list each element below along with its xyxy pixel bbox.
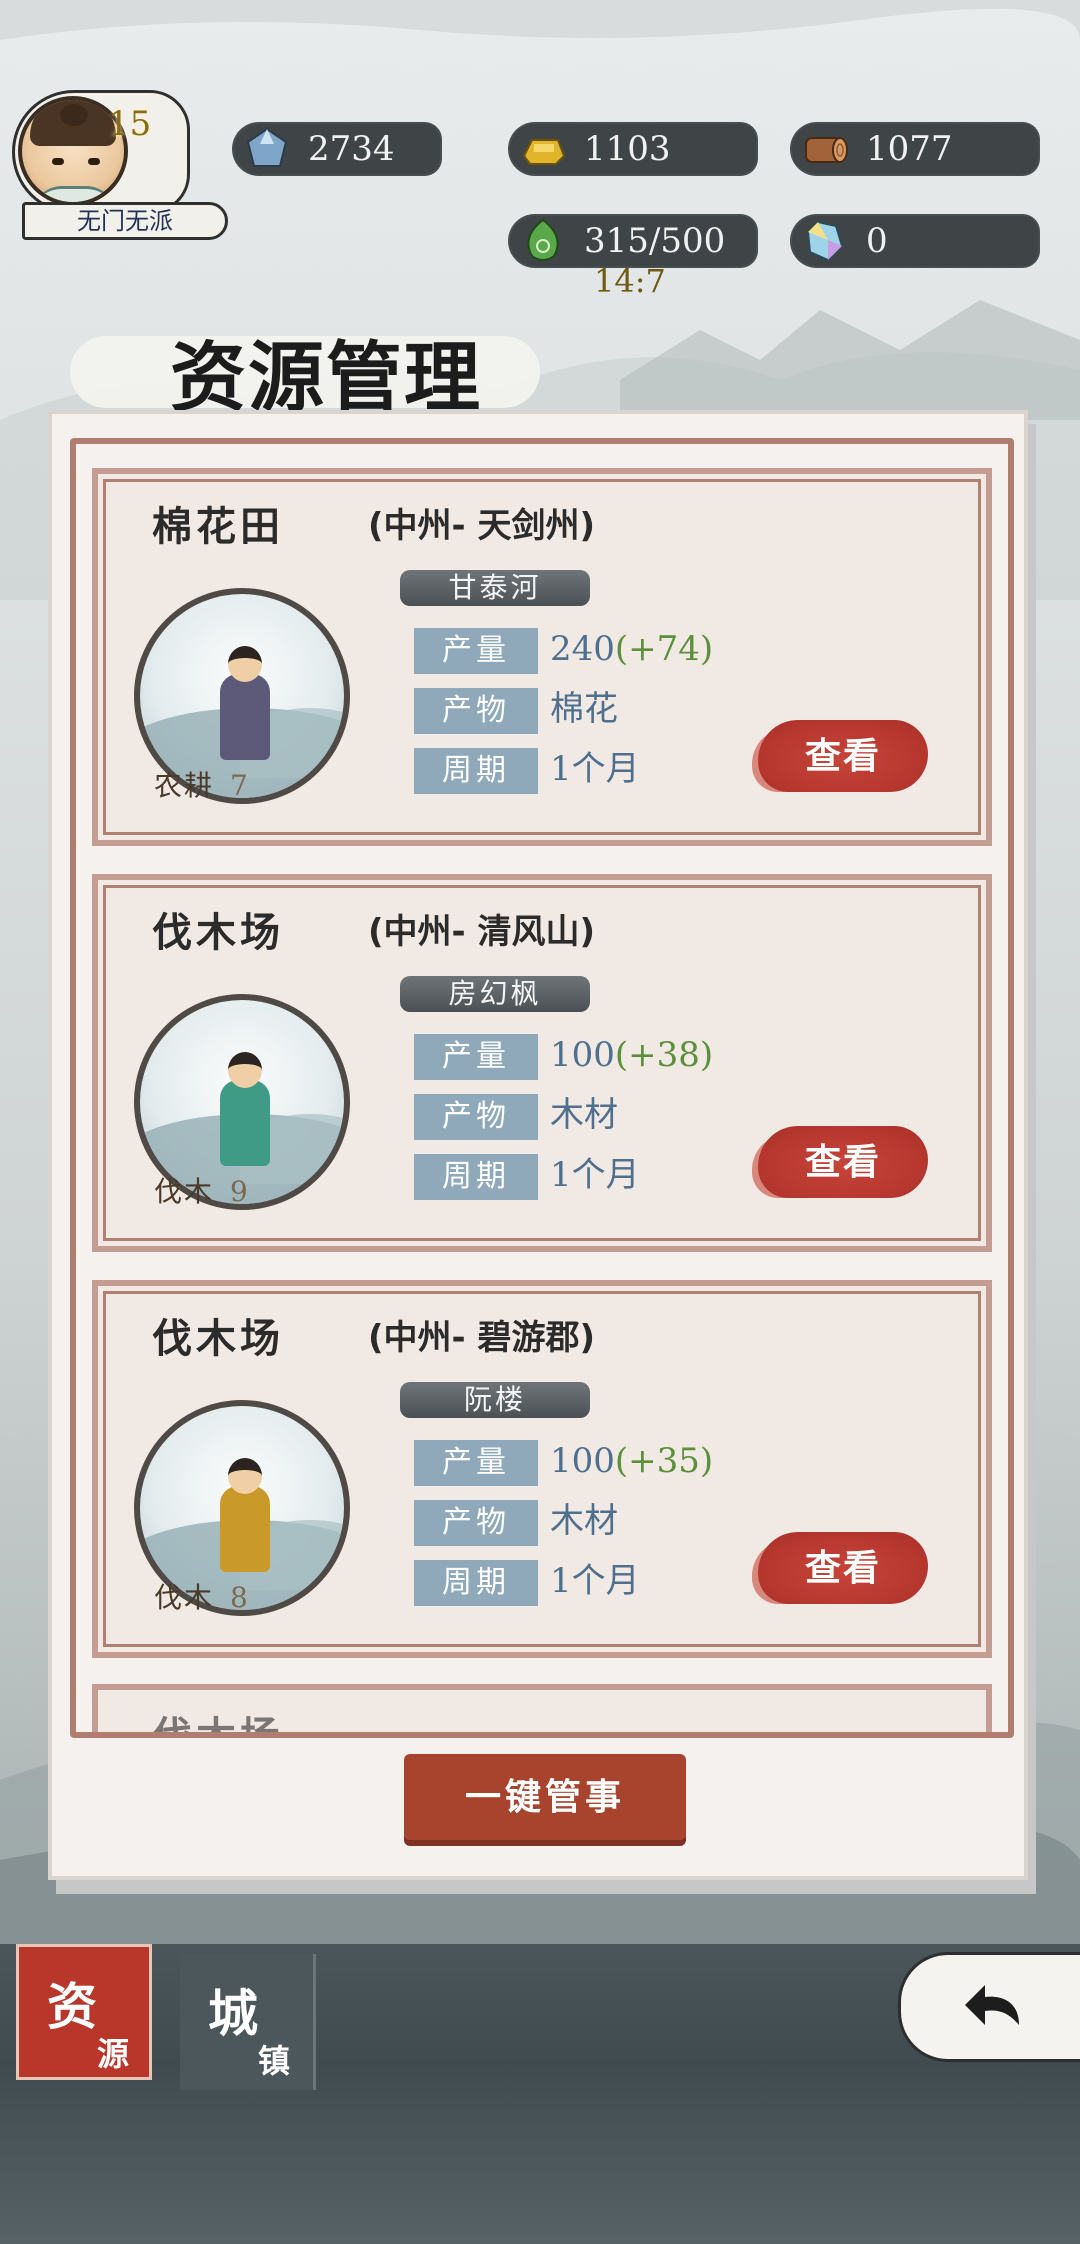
- cycle-value: 1个月: [550, 749, 640, 789]
- view-button[interactable]: 查看: [758, 720, 928, 792]
- output-amount: 100: [550, 1441, 615, 1481]
- gold-ingot-icon: [522, 139, 566, 165]
- manager-figure: [220, 1080, 270, 1166]
- wood-counter[interactable]: 1077: [790, 122, 1040, 176]
- resource-title: 伐木场: [152, 1713, 284, 1738]
- stamina-counter[interactable]: 315/500: [508, 214, 758, 268]
- resource-card: 棉花田 (中州- 天剑州) 甘泰河 农耕 7 产量 240(+74) 产物 棉花 …: [92, 468, 992, 846]
- resource-title: 伐木场: [152, 909, 284, 956]
- output-amount: 240: [550, 629, 615, 669]
- product-value: 棉花: [550, 689, 618, 729]
- skill-level: 9: [230, 1175, 250, 1208]
- product-value: 木材: [550, 1095, 618, 1135]
- resource-list[interactable]: 棉花田 (中州- 天剑州) 甘泰河 农耕 7 产量 240(+74) 产物 棉花 …: [70, 438, 1014, 1738]
- manager-skill: 农耕 7: [154, 764, 334, 804]
- jade-stamina-icon: [527, 218, 559, 261]
- gem-counter[interactable]: 0: [790, 214, 1040, 268]
- player-profile[interactable]: 15 无门无派: [12, 88, 228, 248]
- player-level: 15: [108, 104, 152, 144]
- manager-name: 阮楼: [400, 1382, 590, 1418]
- output-value: 100(+38): [550, 1032, 713, 1078]
- product-label: 产物: [414, 1094, 538, 1140]
- resource-location: (中州- 清风山): [368, 912, 596, 952]
- output-bonus: (+74): [614, 629, 714, 669]
- skill-level: 8: [230, 1581, 250, 1614]
- tab-resources[interactable]: 资 源: [16, 1944, 152, 2080]
- gold-value: 1103: [584, 129, 671, 169]
- resource-card-partial: 伐木场: [92, 1684, 992, 1738]
- product-value: 木材: [550, 1501, 618, 1541]
- output-label: 产量: [414, 628, 538, 674]
- resource-title: 棉花田: [152, 503, 284, 550]
- output-bonus: (+35): [614, 1441, 714, 1481]
- manager-name: 房幻枫: [400, 976, 590, 1012]
- cycle-label: 周期: [414, 1154, 538, 1200]
- cycle-label: 周期: [414, 1560, 538, 1606]
- tab-town-big-char: 城: [208, 1984, 258, 2043]
- view-button[interactable]: 查看: [758, 1126, 928, 1198]
- output-value: 100(+35): [550, 1438, 713, 1484]
- gem-value: 0: [866, 221, 888, 261]
- stamina-timer: 14:7: [594, 262, 666, 300]
- cycle-value: 1个月: [550, 1561, 640, 1601]
- cycle-label: 周期: [414, 748, 538, 794]
- crystal-counter[interactable]: 2734: [232, 122, 442, 176]
- output-value: 240(+74): [550, 626, 713, 672]
- manager-skill: 伐木 9: [154, 1170, 334, 1210]
- one-key-manage-button[interactable]: 一键管事: [404, 1754, 686, 1840]
- resource-panel: 棉花田 (中州- 天剑州) 甘泰河 农耕 7 产量 240(+74) 产物 棉花 …: [48, 410, 1028, 1880]
- resource-card: 伐木场 (中州- 碧游郡) 阮楼 伐木 8 产量 100(+35) 产物 木材 周…: [92, 1280, 992, 1658]
- resource-card: 伐木场 (中州- 清风山) 房幻枫 伐木 9 产量 100(+38) 产物 木材 …: [92, 874, 992, 1252]
- manager-name: 甘泰河: [400, 570, 590, 606]
- tab-resources-small-char: 源: [97, 2035, 130, 2073]
- tab-town[interactable]: 城 镇: [180, 1954, 316, 2090]
- wood-log-icon: [805, 137, 848, 163]
- skill-name: 农耕: [154, 769, 215, 802]
- manager-figure: [220, 674, 270, 760]
- manager-figure: [220, 1486, 270, 1572]
- output-label: 产量: [414, 1034, 538, 1080]
- output-bonus: (+38): [614, 1035, 714, 1075]
- skill-name: 伐木: [154, 1175, 215, 1208]
- product-label: 产物: [414, 688, 538, 734]
- rainbow-gem-icon: [806, 220, 844, 262]
- resource-title: 伐木场: [152, 1315, 284, 1362]
- skill-level: 7: [230, 769, 250, 802]
- stamina-value: 315/500: [584, 221, 726, 261]
- resource-location: (中州- 天剑州): [368, 506, 596, 546]
- resource-location: (中州- 碧游郡): [368, 1318, 596, 1358]
- back-button[interactable]: [898, 1952, 1080, 2062]
- output-amount: 100: [550, 1035, 615, 1075]
- skill-name: 伐木: [154, 1581, 215, 1614]
- view-button[interactable]: 查看: [758, 1532, 928, 1604]
- gold-counter[interactable]: 1103: [508, 122, 758, 176]
- crystal-icon: [246, 127, 288, 167]
- crystal-value: 2734: [308, 129, 395, 169]
- output-label: 产量: [414, 1440, 538, 1486]
- player-sect: 无门无派: [22, 202, 228, 240]
- product-label: 产物: [414, 1500, 538, 1546]
- tab-town-small-char: 镇: [258, 2042, 291, 2080]
- wood-value: 1077: [866, 129, 953, 169]
- back-arrow-icon: [965, 1985, 1019, 2025]
- cycle-value: 1个月: [550, 1155, 640, 1195]
- manager-skill: 伐木 8: [154, 1576, 334, 1616]
- tab-resources-big-char: 资: [47, 1977, 97, 2036]
